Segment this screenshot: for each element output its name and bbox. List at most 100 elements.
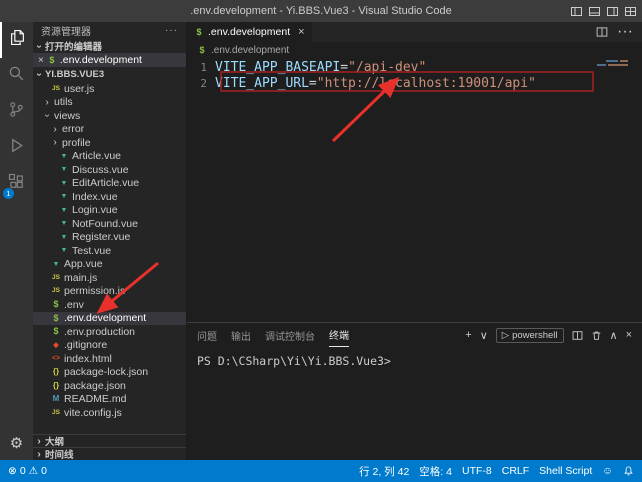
panel-tab-bar: 问题 输出 调试控制台 终端 + ∨ ▷ powershell ∧ × bbox=[187, 323, 642, 347]
tree-item-.env.production[interactable]: $.env.production bbox=[33, 325, 186, 339]
tree-item-EditArticle.vue[interactable]: ▼EditArticle.vue bbox=[33, 177, 186, 191]
files-icon bbox=[9, 29, 26, 51]
encoding-setting[interactable]: UTF-8 bbox=[462, 465, 492, 477]
vue-icon: ▼ bbox=[59, 180, 69, 187]
shell-icon: $ bbox=[51, 300, 61, 309]
tree-item-Discuss.vue[interactable]: ▼Discuss.vue bbox=[33, 163, 186, 177]
explorer-sidebar: 资源管理器 ··· › 打开的编辑器 × $ .env.development … bbox=[33, 22, 186, 460]
close-panel-icon[interactable]: × bbox=[626, 329, 632, 341]
tree-item-vite.config.js[interactable]: JSvite.config.js bbox=[33, 406, 186, 420]
tree-item-Index.vue[interactable]: ▼Index.vue bbox=[33, 190, 186, 204]
js-icon: JS bbox=[51, 275, 61, 282]
cursor-position[interactable]: 行 2, 列 42 bbox=[359, 464, 409, 479]
code-line-1[interactable]: 1VITE_APP_BASEAPI="/api-dev" bbox=[187, 60, 642, 76]
tab-env-development[interactable]: $ .env.development × bbox=[187, 22, 312, 42]
tree-item-Article.vue[interactable]: ▼Article.vue bbox=[33, 150, 186, 164]
tree-item-README.md[interactable]: MREADME.md bbox=[33, 393, 186, 407]
eol-setting[interactable]: CRLF bbox=[502, 465, 529, 477]
kill-terminal-icon[interactable] bbox=[591, 330, 602, 341]
close-icon[interactable]: × bbox=[38, 55, 44, 66]
editor-more-actions-icon[interactable]: ··· bbox=[617, 23, 633, 41]
editor-actions: ··· bbox=[596, 22, 642, 42]
terminal-content[interactable]: PS D:\CSharp\Yi\Yi.BBS.Vue3> bbox=[187, 347, 642, 460]
vue-icon: ▼ bbox=[51, 261, 61, 268]
tab-label: .env.development bbox=[208, 26, 290, 38]
tree-item-Register.vue[interactable]: ▼Register.vue bbox=[33, 231, 186, 245]
activity-source-control-button[interactable] bbox=[0, 94, 33, 130]
shell-icon: $ bbox=[194, 28, 204, 37]
maximize-panel-icon[interactable]: ∧ bbox=[610, 329, 618, 342]
activity-extensions-button[interactable]: 1 bbox=[0, 166, 33, 202]
settings-gear-icon[interactable]: ⚙ bbox=[0, 426, 33, 460]
tree-item-label: index.html bbox=[64, 353, 112, 365]
chevron-down-icon[interactable]: ∨ bbox=[480, 329, 488, 342]
split-editor-icon[interactable] bbox=[596, 26, 608, 38]
project-root-header[interactable]: › YI.BBS.VUE3 bbox=[33, 67, 186, 82]
feedback-smiley-icon[interactable]: ☺ bbox=[602, 465, 613, 477]
toggle-sidebar-icon[interactable] bbox=[571, 6, 582, 17]
tree-item-package-lock.json[interactable]: {}package-lock.json bbox=[33, 366, 186, 380]
panel-tab-output[interactable]: 输出 bbox=[231, 323, 251, 347]
json-icon: {} bbox=[51, 368, 61, 376]
tree-item-profile[interactable]: ›profile bbox=[33, 136, 186, 150]
tree-item-label: NotFound.vue bbox=[72, 218, 138, 230]
code-line-2[interactable]: 2VITE_APP_URL="http://localhost:19001/ap… bbox=[187, 76, 642, 92]
terminal-icon: ▷ bbox=[502, 330, 509, 341]
source-control-icon bbox=[8, 101, 25, 123]
notifications-bell-icon[interactable] bbox=[623, 465, 634, 477]
tree-item-label: Article.vue bbox=[72, 150, 121, 162]
outline-section-header[interactable]: › 大纲 bbox=[33, 434, 186, 447]
activity-explorer-button[interactable] bbox=[0, 22, 33, 58]
language-mode[interactable]: Shell Script bbox=[539, 465, 592, 477]
tree-item-utils[interactable]: ›utils bbox=[33, 96, 186, 110]
open-editor-item[interactable]: × $ .env.development bbox=[33, 53, 186, 67]
tree-item-NotFound.vue[interactable]: ▼NotFound.vue bbox=[33, 217, 186, 231]
panel-tab-terminal[interactable]: 终端 bbox=[329, 323, 349, 347]
git-icon: ◆ bbox=[51, 342, 61, 349]
tree-item-package.json[interactable]: {}package.json bbox=[33, 379, 186, 393]
minimap[interactable] bbox=[597, 60, 628, 66]
tree-item-user.js[interactable]: JSuser.js bbox=[33, 82, 186, 96]
terminal-shell-picker[interactable]: ▷ powershell bbox=[496, 328, 564, 343]
open-editors-header[interactable]: › 打开的编辑器 bbox=[33, 39, 186, 53]
new-terminal-icon[interactable]: + bbox=[465, 329, 471, 341]
tree-item-App.vue[interactable]: ▼App.vue bbox=[33, 258, 186, 272]
tree-item-label: error bbox=[62, 123, 84, 135]
title-bar: .env.development - Yi.BBS.Vue3 - Visual … bbox=[0, 0, 642, 22]
tab-close-icon[interactable]: × bbox=[298, 26, 304, 38]
breadcrumb[interactable]: $ .env.development bbox=[187, 42, 642, 58]
toggle-secondary-sidebar-icon[interactable] bbox=[607, 6, 618, 17]
indentation-setting[interactable]: 空格: 4 bbox=[419, 464, 452, 479]
tree-item-views[interactable]: ›views bbox=[33, 109, 186, 123]
tree-item-Login.vue[interactable]: ▼Login.vue bbox=[33, 204, 186, 218]
sidebar-more-actions-icon[interactable]: ··· bbox=[165, 25, 178, 36]
tree-item-label: package-lock.json bbox=[64, 366, 148, 378]
chevron-down-icon: › bbox=[42, 112, 53, 120]
tree-item-label: .env bbox=[64, 299, 84, 311]
tree-item-label: EditArticle.vue bbox=[72, 177, 139, 189]
panel-tab-problems[interactable]: 问题 bbox=[197, 323, 217, 347]
tree-item-Test.vue[interactable]: ▼Test.vue bbox=[33, 244, 186, 258]
tree-item-.env[interactable]: $.env bbox=[33, 298, 186, 312]
tree-item-.env.development[interactable]: $.env.development bbox=[33, 312, 186, 326]
tree-item-main.js[interactable]: JSmain.js bbox=[33, 271, 186, 285]
activity-search-button[interactable] bbox=[0, 58, 33, 94]
customize-layout-icon[interactable] bbox=[625, 6, 636, 17]
tree-item-.gitignore[interactable]: ◆.gitignore bbox=[33, 339, 186, 353]
search-icon bbox=[8, 65, 25, 87]
panel-tab-debug-console[interactable]: 调试控制台 bbox=[265, 323, 315, 347]
minimap-line bbox=[606, 60, 628, 62]
code-editor[interactable]: 1VITE_APP_BASEAPI="/api-dev"2VITE_APP_UR… bbox=[187, 58, 642, 322]
tree-item-index.html[interactable]: <>index.html bbox=[33, 352, 186, 366]
split-terminal-icon[interactable] bbox=[572, 330, 583, 341]
problems-status[interactable]: ⊗ 0 ⚠ 0 bbox=[8, 465, 47, 477]
tree-item-permission.js[interactable]: JSpermission.js bbox=[33, 285, 186, 299]
tree-item-error[interactable]: ›error bbox=[33, 123, 186, 137]
run-debug-icon bbox=[8, 137, 25, 159]
toggle-panel-icon[interactable] bbox=[589, 6, 600, 17]
tree-item-label: Register.vue bbox=[72, 231, 130, 243]
activity-run-debug-button[interactable] bbox=[0, 130, 33, 166]
terminal-prompt: PS D:\CSharp\Yi\Yi.BBS.Vue3> bbox=[197, 354, 391, 368]
tree-item-label: Test.vue bbox=[72, 245, 111, 257]
timeline-section-header[interactable]: › 时间线 bbox=[33, 447, 186, 460]
